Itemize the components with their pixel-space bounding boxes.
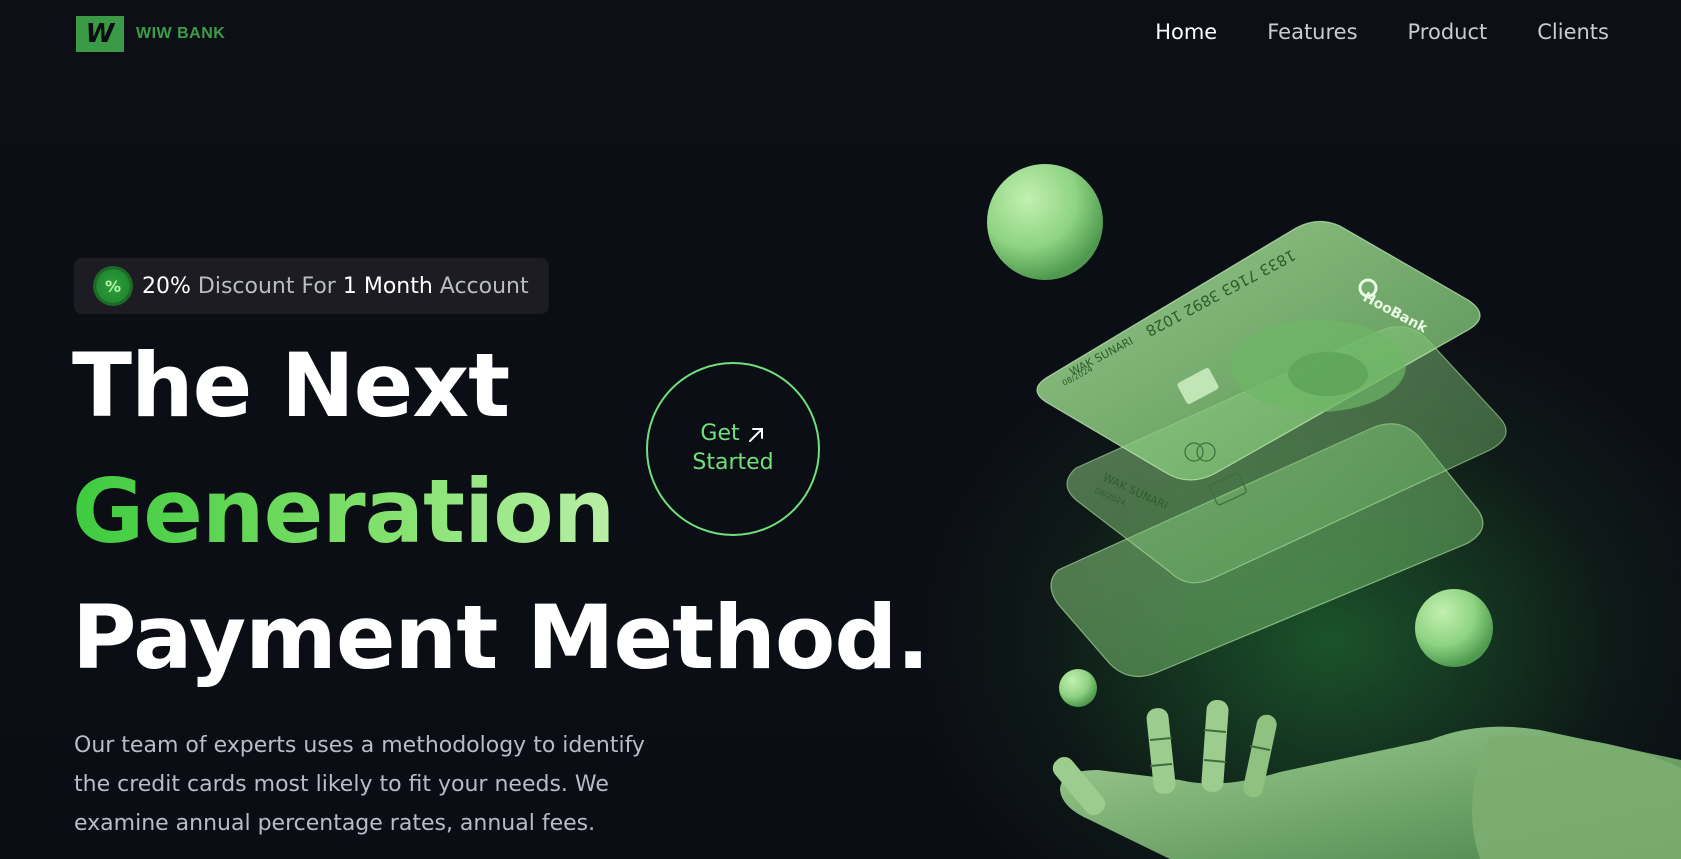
landing-page: W WIW BANK Home Features Product Clients…	[0, 0, 1681, 859]
card-top-expiry: 08/2024	[1061, 364, 1095, 388]
brand-logo[interactable]: W WIW BANK	[76, 16, 225, 52]
get-started-top-row: Get	[700, 420, 765, 449]
hero-title-line-2: Generation	[72, 460, 615, 563]
mastercard-right-icon	[1196, 442, 1216, 462]
percent-badge-icon: %	[96, 269, 130, 303]
card-bottom	[1050, 423, 1484, 678]
robot-finger-1	[1146, 708, 1176, 794]
robot-thumb	[1052, 756, 1106, 816]
robot-finger-3	[1243, 714, 1277, 798]
card-middle-expiry: 08/2024	[1093, 486, 1127, 508]
sphere-large	[987, 164, 1103, 280]
get-started-label-1: Get	[700, 421, 740, 447]
badge-duration: 1 Month	[342, 273, 433, 299]
main-nav: Home Features Product Clients	[1155, 20, 1609, 44]
card-top-chip-icon	[1177, 368, 1219, 404]
card-middle	[1066, 326, 1507, 584]
hero-title-line-1: The Next	[72, 334, 510, 437]
badge-discount-for: Discount For	[190, 273, 343, 299]
brand-name: WIW BANK	[136, 25, 226, 42]
get-started-button[interactable]: Get Started	[646, 362, 820, 536]
card-top-disc	[1230, 320, 1406, 412]
hero-description: Our team of experts uses a methodology t…	[74, 733, 645, 836]
card-bank-name: HooBank	[1360, 289, 1430, 336]
badge-text: 20% Discount For 1 Month Account	[142, 274, 529, 299]
sphere-small	[1059, 669, 1097, 707]
robot-joint-rings	[1149, 729, 1271, 767]
robot-finger-2	[1201, 700, 1229, 792]
card-middle-holder: WAK SUNARI	[1101, 471, 1170, 512]
badge-percent: 20%	[142, 273, 191, 299]
sphere-right	[1415, 589, 1493, 667]
arrow-up-right-icon	[748, 427, 763, 442]
card-middle-chip-icon	[1209, 472, 1247, 506]
hoobank-logo-icon	[1358, 278, 1378, 298]
card-top-disc-inner	[1288, 352, 1368, 396]
get-started-label-2: Started	[692, 450, 774, 475]
badge-account: Account	[432, 273, 529, 299]
card-number: 1833 7163 3892 1028	[1143, 246, 1299, 340]
robot-hand-forearm	[1472, 735, 1681, 859]
card-top	[1036, 220, 1481, 481]
nav-features[interactable]: Features	[1267, 20, 1357, 44]
nav-clients[interactable]: Clients	[1537, 20, 1609, 44]
card-top-holder: WAK SUNARI	[1067, 334, 1135, 378]
robot-hand-arm	[1060, 726, 1681, 859]
mastercard-left-icon	[1184, 442, 1204, 462]
nav-product[interactable]: Product	[1408, 20, 1488, 44]
discount-badge: % 20% Discount For 1 Month Account	[74, 258, 549, 314]
nav-home[interactable]: Home	[1155, 20, 1217, 44]
hero-title-line-3: Payment Method.	[72, 586, 930, 689]
logo-mark-icon: W	[76, 16, 124, 52]
